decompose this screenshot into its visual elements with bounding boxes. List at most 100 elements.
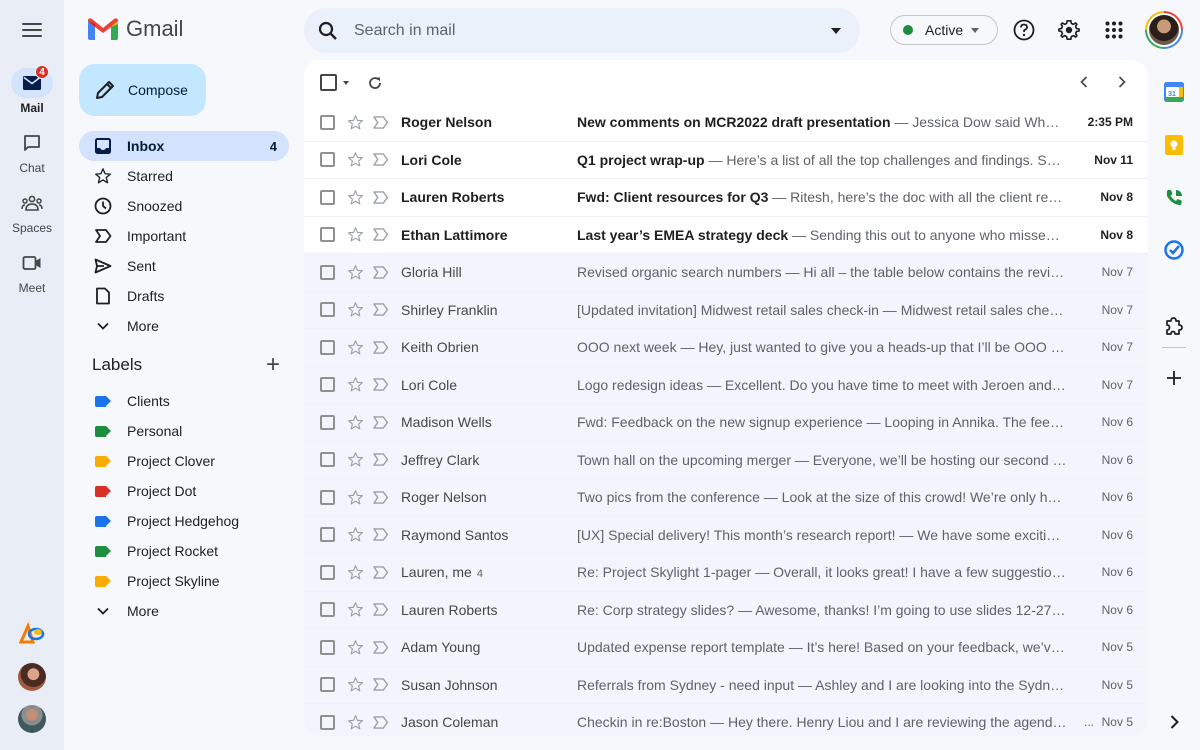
important-toggle[interactable] [372,565,389,579]
email-row[interactable]: Ethan Lattimore Last year’s EMEA strategy… [304,217,1148,254]
important-toggle[interactable] [372,415,389,429]
search-input[interactable] [354,21,816,40]
select-all-checkbox[interactable] [320,74,337,91]
add-label-icon[interactable]: + [266,353,280,377]
email-row[interactable]: Raymond Santos [UX] Special delivery! Thi… [304,516,1148,554]
star-toggle[interactable] [347,151,364,168]
nav-item-starred[interactable]: Starred [79,161,289,191]
account-avatar[interactable] [1145,11,1183,49]
important-toggle[interactable] [372,153,389,167]
star-toggle[interactable] [347,601,364,618]
important-toggle[interactable] [372,528,389,542]
add-icon[interactable] [1164,368,1184,388]
email-row[interactable]: Lauren Roberts Fwd: Client resources for … [304,179,1148,217]
nav-item-important[interactable]: Important [79,221,289,251]
label-item[interactable]: Clients [79,386,289,416]
prev-page-button[interactable] [1072,70,1096,94]
star-toggle[interactable] [347,376,364,393]
refresh-button[interactable] [367,75,383,91]
next-page-button[interactable] [1110,70,1134,94]
email-row[interactable]: Shirley Franklin [Updated invitation] Mid… [304,291,1148,329]
label-item[interactable]: Project Skyline [79,566,289,596]
contact-avatar[interactable] [18,705,46,733]
row-checkbox[interactable] [320,414,335,430]
status-dropdown[interactable]: Active [890,15,998,45]
important-toggle[interactable] [372,603,389,617]
expand-panel-button[interactable] [1164,712,1184,732]
label-item[interactable]: Project Dot [79,476,289,506]
email-row[interactable]: Adam Young Updated expense report templat… [304,629,1148,667]
email-row[interactable]: Madison Wells Fwd: Feedback on the new si… [304,404,1148,442]
nav-item-inbox[interactable]: Inbox 4 [79,131,289,161]
row-checkbox[interactable] [320,527,335,543]
important-toggle[interactable] [372,378,389,392]
email-row[interactable]: Gloria Hill Revised organic search number… [304,254,1148,292]
email-row[interactable]: Lauren, me 4 Re: Project Skylight 1-pager … [304,554,1148,592]
important-toggle[interactable] [372,190,389,204]
row-checkbox[interactable] [320,452,335,468]
select-options-caret-icon[interactable] [343,80,349,85]
star-toggle[interactable] [347,451,364,468]
important-toggle[interactable] [372,490,389,504]
row-checkbox[interactable] [320,489,335,505]
important-toggle[interactable] [372,640,389,654]
email-row[interactable]: Roger Nelson Two pics from the conference… [304,479,1148,517]
star-toggle[interactable] [347,639,364,656]
important-toggle[interactable] [372,453,389,467]
label-item[interactable]: Project Clover [79,446,289,476]
label-item[interactable]: Project Hedgehog [79,506,289,536]
star-toggle[interactable] [347,301,364,318]
help-button[interactable] [1008,14,1040,46]
star-toggle[interactable] [347,526,364,543]
important-toggle[interactable] [372,265,389,279]
row-checkbox[interactable] [320,602,335,618]
email-row[interactable]: Lori Cole Q1 project wrap-up — Here’s a l… [304,142,1148,179]
important-toggle[interactable] [372,115,389,129]
important-toggle[interactable] [372,228,389,242]
search-options-button[interactable] [816,11,856,51]
main-menu-icon[interactable] [20,20,44,40]
voice-icon[interactable] [1164,188,1184,208]
calendar-icon[interactable]: 31 [1164,82,1184,102]
email-row[interactable]: Jeffrey Clark Town hall on the upcoming m… [304,441,1148,479]
star-toggle[interactable] [347,114,364,131]
nav-item-drafts[interactable]: Drafts [79,281,289,311]
row-checkbox[interactable] [320,189,335,205]
nav-item-snoozed[interactable]: Snoozed [79,191,289,221]
row-checkbox[interactable] [320,339,335,355]
important-toggle[interactable] [372,303,389,317]
apps-button[interactable] [1098,14,1130,46]
app-logo-icon[interactable] [18,620,46,648]
row-checkbox[interactable] [320,714,335,730]
row-checkbox[interactable] [320,152,335,168]
nav-item-sent[interactable]: Sent [79,251,289,281]
row-checkbox[interactable] [320,377,335,393]
star-toggle[interactable] [347,226,364,243]
settings-button[interactable] [1053,14,1085,46]
row-checkbox[interactable] [320,677,335,693]
email-row[interactable]: Keith Obrien OOO next week — Hey, just wa… [304,329,1148,367]
star-toggle[interactable] [347,489,364,506]
row-checkbox[interactable] [320,227,335,243]
contact-avatar[interactable] [18,663,46,691]
star-toggle[interactable] [347,189,364,206]
important-toggle[interactable] [372,340,389,354]
compose-button[interactable]: Compose [79,64,206,116]
star-toggle[interactable] [347,264,364,281]
email-row[interactable]: Lori Cole Logo redesign ideas — Excellent… [304,366,1148,404]
email-row[interactable]: Jason Coleman Checkin in re:Boston — Hey … [304,704,1148,736]
row-checkbox[interactable] [320,302,335,318]
star-toggle[interactable] [347,564,364,581]
rail-item-chat[interactable]: Chat [0,128,64,175]
row-checkbox[interactable] [320,264,335,280]
email-row[interactable]: Lauren Roberts Re: Corp strategy slides? … [304,591,1148,629]
rail-item-spaces[interactable]: Spaces [0,188,64,235]
email-row[interactable]: Susan Johnson Referrals from Sydney - nee… [304,666,1148,704]
email-row[interactable]: Roger Nelson New comments on MCR2022 draf… [304,104,1148,142]
labels-more[interactable]: More [79,596,289,626]
rail-item-mail[interactable]: 4 Mail [0,65,64,115]
rail-item-meet[interactable]: Meet [0,248,64,295]
tasks-icon[interactable] [1164,240,1184,260]
search-icon[interactable] [318,21,338,41]
addons-icon[interactable] [1164,316,1184,336]
